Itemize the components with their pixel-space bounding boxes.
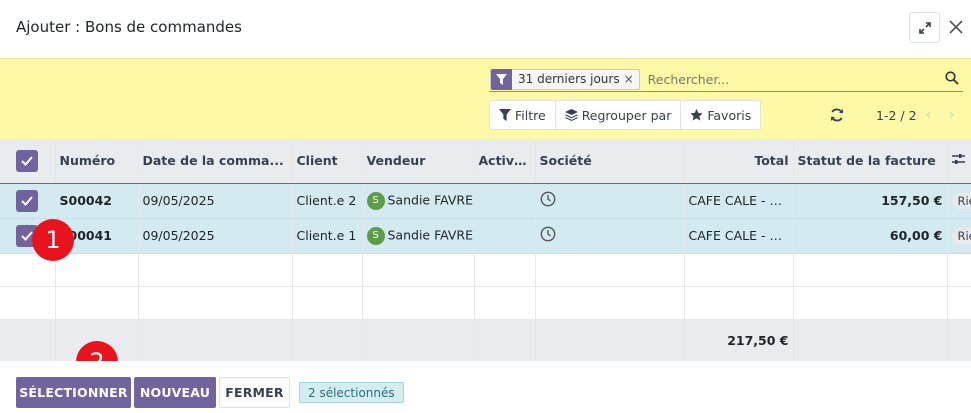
chevron-left-icon: ‹ — [925, 107, 932, 123]
cell-statut[interactable]: Rien à facturer — [947, 218, 971, 253]
step-marker-1: 1 — [32, 219, 74, 261]
column-header-statut[interactable]: Statut de la facture — [793, 139, 948, 184]
cell-vendeur[interactable]: S Sandie FAVRE — [362, 218, 536, 253]
cell-date[interactable]: 09/05/2025 — [138, 218, 293, 253]
empty-row — [0, 286, 971, 319]
column-header-activites[interactable]: Activités — [474, 139, 536, 184]
select-button[interactable]: SÉLECTIONNER — [16, 377, 131, 408]
cell-total[interactable]: 157,50 € — [793, 183, 948, 218]
cell-vendeur[interactable]: S Sandie FAVRE — [362, 183, 536, 218]
cell-societe[interactable]: CAFE CALE - BONSAI ... — [684, 183, 794, 218]
search-facet: 31 derniers jours × — [490, 68, 640, 90]
cell-societe[interactable]: CAFE CALE - BONSAI ... — [684, 218, 794, 253]
facet-remove-icon[interactable]: × — [624, 72, 639, 86]
new-button[interactable]: NOUVEAU — [134, 377, 216, 408]
table-row[interactable]: S00041 09/05/2025 Client.e 1 S Sandie FAV… — [0, 218, 971, 253]
close-icon — [949, 20, 963, 34]
avatar: S — [366, 191, 385, 210]
star-icon — [690, 109, 703, 121]
group-by-button[interactable]: Regrouper par — [556, 101, 682, 129]
filter-label: Filtre — [515, 107, 546, 123]
facet-label: 31 derniers jours — [518, 72, 620, 86]
table-header: Numéro Date de la comma... Client Vendeu… — [0, 139, 971, 184]
clock-icon[interactable] — [540, 226, 556, 242]
control-panel: 31 derniers jours × Filtre Regrouper par — [0, 58, 971, 139]
close-button[interactable] — [946, 17, 966, 37]
refresh-icon[interactable] — [830, 108, 844, 122]
group-by-label: Regrouper par — [581, 107, 672, 123]
filter-button[interactable]: Filtre — [490, 101, 556, 129]
modal-title: Ajouter : Bons de commandes — [16, 18, 242, 36]
vendeur-name: Sandie FAVRE — [387, 227, 474, 242]
pager-value[interactable]: 1-2 / 2 — [876, 108, 917, 123]
selected-count-badge[interactable]: 2 sélectionnés — [299, 382, 404, 403]
status-badge: Rien à facturer — [951, 227, 971, 244]
column-header-client[interactable]: Client — [292, 139, 363, 184]
cell-total[interactable]: 60,00 € — [793, 218, 948, 253]
footer-total: 217,50 € — [684, 319, 794, 362]
status-badge: Rien à facturer — [951, 192, 971, 209]
cell-numero[interactable]: S00042 — [55, 183, 139, 218]
empty-row — [0, 253, 971, 286]
cell-client[interactable]: Client.e 1 — [292, 218, 363, 253]
search-icon[interactable] — [945, 71, 959, 85]
column-header-date[interactable]: Date de la comma... — [138, 139, 293, 184]
chevron-right-icon: › — [948, 107, 955, 123]
orders-table: Numéro Date de la comma... Client Vendeu… — [0, 139, 971, 362]
column-header-societe[interactable]: Société — [535, 139, 685, 184]
cell-activites[interactable] — [535, 218, 685, 253]
clock-icon[interactable] — [540, 191, 556, 207]
pager-next-button[interactable]: › — [940, 101, 963, 129]
sliders-icon — [951, 154, 965, 165]
pager-previous-button[interactable]: ‹ — [917, 101, 940, 129]
modal-footer: SÉLECTIONNER NOUVEAU FERMER 2 sélectionn… — [0, 361, 971, 413]
cell-activites[interactable] — [535, 183, 685, 218]
filter-icon — [499, 109, 511, 121]
table-footer: 217,50 € — [0, 319, 971, 362]
vendeur-name: Sandie FAVRE — [387, 192, 474, 207]
search-options: Filtre Regrouper par Favoris — [489, 100, 762, 130]
cell-statut[interactable]: Rien à facturer — [947, 183, 971, 218]
check-icon — [21, 195, 33, 206]
cell-date[interactable]: 09/05/2025 — [138, 183, 293, 218]
avatar: S — [366, 226, 385, 245]
row-select-cell[interactable] — [0, 183, 56, 218]
layers-icon — [564, 109, 578, 121]
expand-button[interactable] — [909, 12, 940, 43]
search-input[interactable] — [647, 71, 948, 87]
check-icon — [21, 156, 33, 166]
optional-columns-toggle[interactable] — [947, 139, 971, 184]
column-header-numero[interactable]: Numéro — [55, 139, 139, 184]
column-header-total[interactable]: Total — [684, 139, 794, 184]
table-row[interactable]: S00042 09/05/2025 Client.e 2 S Sandie FAV… — [0, 183, 971, 218]
cell-client[interactable]: Client.e 2 — [292, 183, 363, 218]
favorites-label: Favoris — [707, 107, 752, 123]
pager-buttons: ‹ › — [917, 101, 963, 129]
close-footer-button[interactable]: FERMER — [219, 377, 290, 408]
modal-header: Ajouter : Bons de commandes — [0, 0, 971, 58]
search-bar: 31 derniers jours × — [489, 67, 963, 92]
column-header-vendeur[interactable]: Vendeur — [362, 139, 475, 184]
select-all-cell[interactable] — [0, 139, 56, 184]
filter-icon — [491, 68, 512, 90]
select-all-checkbox[interactable] — [16, 149, 38, 172]
expand-icon — [918, 21, 931, 34]
row-checkbox[interactable] — [16, 189, 38, 212]
favorites-button[interactable]: Favoris — [681, 101, 760, 129]
